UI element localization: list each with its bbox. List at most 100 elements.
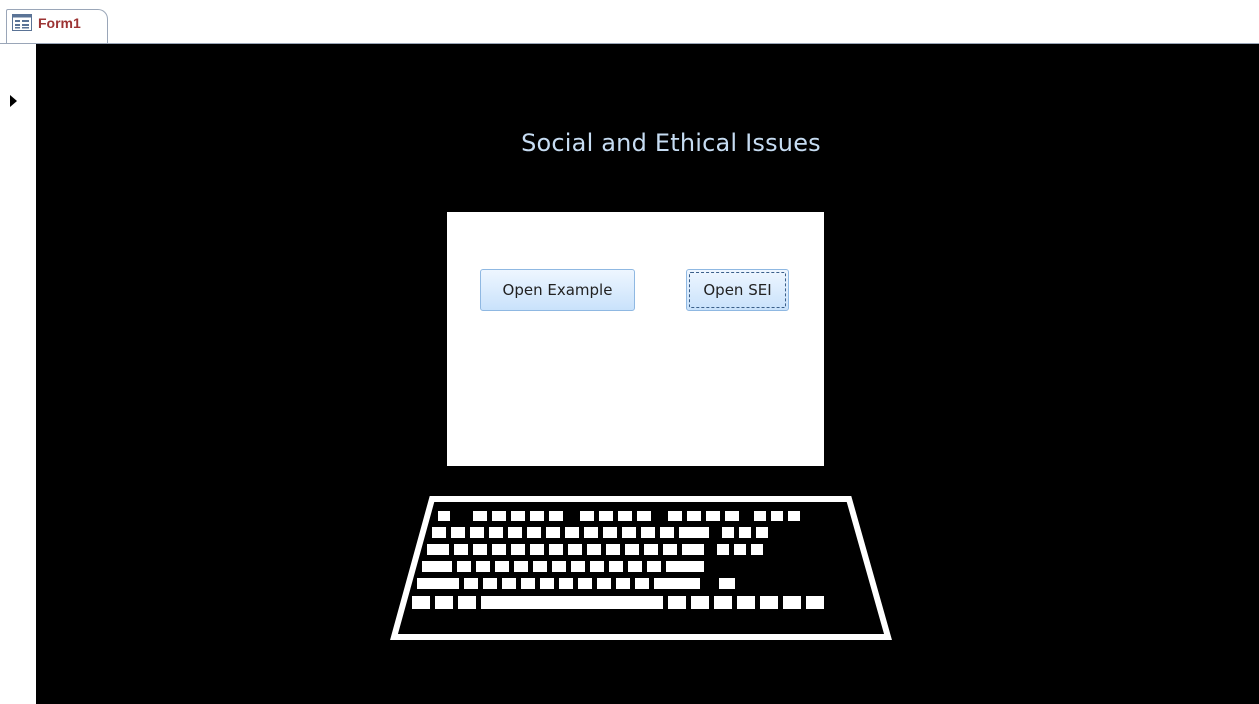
keyboard-key	[549, 544, 563, 555]
keyboard-key	[771, 511, 783, 521]
keyboard-key	[438, 511, 450, 521]
keyboard-key	[549, 511, 563, 521]
keyboard-key	[722, 527, 734, 538]
keyboard-key	[481, 596, 663, 609]
keyboard-key	[616, 578, 630, 589]
document-tab-strip: Form1	[0, 0, 1259, 44]
keyboard-key	[668, 596, 686, 609]
access-form-window: Form1 Social and Ethical Issues Open Exa…	[0, 0, 1259, 704]
keyboard-key	[754, 511, 766, 521]
keyboard-key	[464, 578, 478, 589]
keyboard-key	[756, 527, 768, 538]
keyboard-key	[514, 561, 528, 572]
tab-label: Form1	[38, 15, 81, 31]
form-detail-section: Social and Ethical Issues Open Example O…	[36, 44, 1259, 704]
keyboard-key	[454, 544, 468, 555]
keyboard-key	[660, 527, 674, 538]
keyboard-key	[679, 527, 709, 538]
keyboard-key	[489, 527, 503, 538]
keyboard-key	[578, 578, 592, 589]
keyboard-key	[635, 578, 649, 589]
keyboard-key	[495, 561, 509, 572]
keyboard-key	[511, 544, 525, 555]
keyboard-key	[527, 527, 541, 538]
form-icon	[12, 14, 32, 31]
keyboard-key	[618, 511, 632, 521]
keyboard-key	[530, 511, 544, 521]
keyboard-key	[552, 561, 566, 572]
keyboard-key	[565, 527, 579, 538]
keyboard-key	[590, 561, 604, 572]
keyboard-key	[483, 578, 497, 589]
keyboard-key	[458, 596, 476, 609]
keyboard-key	[714, 596, 732, 609]
keyboard-key	[511, 511, 525, 521]
keyboard-key	[706, 511, 720, 521]
open-example-button[interactable]: Open Example	[480, 269, 635, 311]
keyboard-key	[717, 544, 729, 555]
keyboard-key	[492, 511, 506, 521]
keyboard-key	[788, 511, 800, 521]
keyboard-key	[725, 511, 739, 521]
keyboard-key	[540, 578, 554, 589]
keyboard-key	[734, 544, 746, 555]
keyboard-key	[457, 561, 471, 572]
keyboard-key	[417, 578, 459, 589]
form-title: Social and Ethical Issues	[521, 129, 821, 157]
record-pointer-icon	[10, 95, 17, 107]
keyboard-key	[628, 561, 642, 572]
keyboard-key	[521, 578, 535, 589]
keyboard-key	[533, 561, 547, 572]
keyboard-key	[568, 544, 582, 555]
keyboard-key	[584, 527, 598, 538]
keyboard-key	[530, 544, 544, 555]
keyboard-key	[751, 544, 763, 555]
record-selector-column[interactable]	[0, 44, 36, 704]
keyboard-key	[806, 596, 824, 609]
keyboard-key	[637, 511, 651, 521]
keyboard-key	[687, 511, 701, 521]
keyboard-key	[476, 561, 490, 572]
keyboard-key	[432, 527, 446, 538]
keyboard-key	[508, 527, 522, 538]
keyboard-key	[427, 544, 449, 555]
keyboard-key	[666, 561, 704, 572]
keyboard-key	[422, 561, 452, 572]
keyboard-key	[625, 544, 639, 555]
keyboard-key	[760, 596, 778, 609]
keyboard-key	[609, 561, 623, 572]
keyboard-key	[603, 527, 617, 538]
open-example-button-label: Open Example	[502, 281, 613, 299]
keyboard-key	[571, 561, 585, 572]
keyboard-key	[473, 511, 487, 521]
keyboard-key	[435, 596, 453, 609]
keyboard-key	[597, 578, 611, 589]
keyboard-key	[663, 544, 677, 555]
keyboard-key	[647, 561, 661, 572]
keyboard-key	[580, 511, 594, 521]
keyboard-key	[470, 527, 484, 538]
keyboard-key	[739, 527, 751, 538]
keyboard-key	[559, 578, 573, 589]
keyboard-key	[654, 578, 700, 589]
keyboard-key	[691, 596, 709, 609]
monitor-screen: Open Example Open SEI	[447, 212, 824, 466]
keyboard-key	[606, 544, 620, 555]
keyboard-key	[668, 511, 682, 521]
keyboard-key	[783, 596, 801, 609]
keyboard-key	[502, 578, 516, 589]
keyboard-key	[587, 544, 601, 555]
keyboard-key	[473, 544, 487, 555]
keyboard-key	[599, 511, 613, 521]
open-sei-button[interactable]: Open SEI	[686, 269, 789, 311]
keyboard-key	[682, 544, 704, 555]
tab-form1[interactable]: Form1	[6, 9, 108, 44]
keyboard-icon	[390, 496, 892, 640]
keyboard-key	[492, 544, 506, 555]
keyboard-key	[737, 596, 755, 609]
keyboard-key	[641, 527, 655, 538]
keyboard-key	[546, 527, 560, 538]
open-sei-button-label: Open SEI	[703, 281, 772, 299]
keyboard-key	[719, 578, 735, 589]
keyboard-key	[412, 596, 430, 609]
